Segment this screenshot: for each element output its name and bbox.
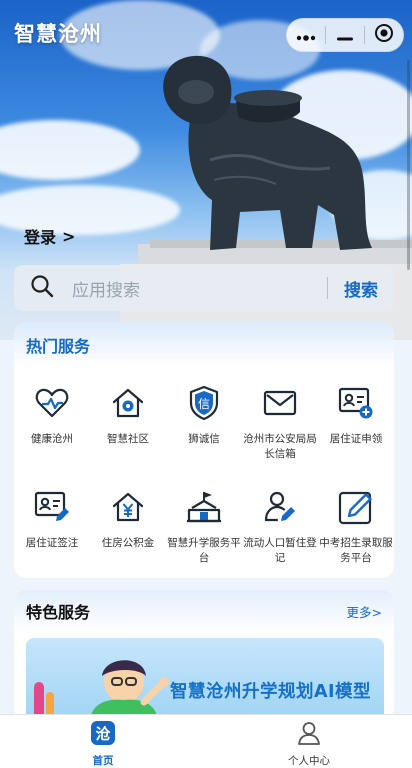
service-police-chief-mailbox[interactable]: 沧州市公安局局长信箱	[242, 384, 318, 488]
minimize-button[interactable]	[326, 19, 364, 51]
close-mini-program-button[interactable]	[365, 19, 403, 51]
target-close-icon	[374, 23, 394, 47]
scrollbar[interactable]	[407, 60, 410, 270]
user-icon	[296, 720, 322, 750]
login-label: 登录	[24, 228, 57, 247]
search-input[interactable]: 应用搜索	[72, 276, 327, 301]
hot-services-card: 热门服务 健康沧州 智慧社区 信 狮诚信 沧州市公安局局长信箱 居住证申领 居住…	[14, 322, 394, 578]
service-label: 居住证申领	[329, 433, 383, 445]
chevron-right-icon: >	[62, 226, 76, 246]
mini-program-capsule	[286, 18, 404, 52]
banner-title: 智慧沧州升学规划AI模型	[170, 682, 372, 702]
service-residence-permit-apply[interactable]: 居住证申领	[318, 384, 394, 488]
featured-title: 特色服务	[26, 603, 91, 622]
house-yen-icon	[109, 488, 147, 526]
hot-services-grid: 健康沧州 智慧社区 信 狮诚信 沧州市公安局局长信箱 居住证申领 居住证签注 住…	[14, 384, 394, 578]
service-label: 中考招生录取服务平台	[319, 537, 393, 564]
login-link[interactable]: 登录 >	[24, 224, 75, 248]
tab-label: 首页	[92, 755, 114, 767]
cang-logo-icon: 沧	[90, 720, 116, 750]
service-smart-enrollment-platform[interactable]: 智慧升学服务平台	[166, 488, 242, 578]
id-card-edit-icon	[33, 488, 71, 526]
tab-personal-center[interactable]: 个人中心	[206, 715, 412, 768]
service-residence-permit-endorse[interactable]: 居住证签注	[14, 488, 90, 578]
service-label: 智慧升学服务平台	[167, 537, 241, 564]
more-menu-button[interactable]	[287, 19, 325, 51]
service-health-cangzhou[interactable]: 健康沧州	[14, 384, 90, 488]
tab-home[interactable]: 沧 首页	[0, 715, 206, 768]
school-flag-icon	[185, 488, 223, 526]
service-label: 健康沧州	[31, 433, 73, 445]
id-card-add-icon	[337, 384, 375, 422]
ellipsis-icon	[296, 26, 316, 45]
mail-icon	[261, 384, 299, 422]
shield-credit-icon: 信	[185, 384, 223, 422]
pencil-square-icon	[337, 488, 375, 526]
service-housing-fund[interactable]: 住房公积金	[90, 488, 166, 578]
service-label: 智慧社区	[107, 433, 149, 445]
service-high-school-admission-platform[interactable]: 中考招生录取服务平台	[318, 488, 394, 578]
search-bar[interactable]: 应用搜索 搜索	[14, 265, 394, 311]
service-label: 住房公积金	[101, 537, 155, 549]
more-link[interactable]: 更多>	[347, 602, 382, 621]
featured-header: 特色服务 更多>	[14, 590, 394, 632]
heart-pulse-icon	[33, 384, 71, 422]
bottom-tab-bar: 沧 首页 个人中心	[0, 714, 412, 768]
app-title: 智慧沧州	[14, 22, 102, 46]
hot-services-title: 热门服务	[14, 322, 394, 366]
service-smart-community[interactable]: 智慧社区	[90, 384, 166, 488]
person-edit-icon	[261, 488, 299, 526]
svg-text:信: 信	[198, 397, 210, 411]
featured-services-card: 特色服务 更多> 智慧沧州升学规划AI模型	[14, 590, 394, 720]
service-label: 居住证签注	[25, 537, 79, 549]
search-icon	[30, 274, 54, 302]
search-button[interactable]: 搜索	[328, 276, 394, 301]
service-floating-population-registration[interactable]: 流动人口暂住登记	[242, 488, 318, 578]
ai-model-banner[interactable]: 智慧沧州升学规划AI模型	[26, 638, 384, 720]
svg-text:沧: 沧	[95, 725, 110, 743]
service-label: 狮诚信	[188, 433, 220, 445]
tab-label: 个人中心	[288, 755, 330, 767]
service-label: 沧州市公安局局长信箱	[243, 433, 317, 460]
minimize-icon	[337, 26, 353, 45]
service-label: 流动人口暂住登记	[243, 537, 317, 564]
service-shicheng-credit[interactable]: 信 狮诚信	[166, 384, 242, 488]
house-gear-icon	[109, 384, 147, 422]
